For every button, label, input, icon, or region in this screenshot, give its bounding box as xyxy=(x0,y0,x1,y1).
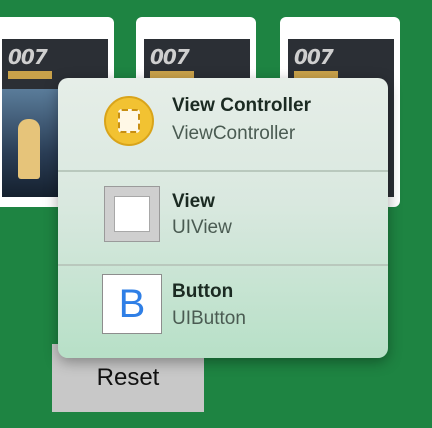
popover-item-view[interactable]: View UIView xyxy=(58,172,388,264)
item-subtitle: ViewController xyxy=(172,123,296,144)
object-picker-popover: View Controller ViewController View UIVi… xyxy=(58,78,388,358)
view-icon-inner xyxy=(114,196,150,232)
popover-item-view-controller[interactable]: View Controller ViewController xyxy=(58,78,388,170)
poster-logo: 007 xyxy=(294,45,334,69)
button-icon: B xyxy=(102,274,162,334)
view-icon xyxy=(104,186,160,242)
view-controller-icon-inner xyxy=(118,109,140,133)
button-icon-glyph: B xyxy=(118,282,146,326)
poster-logo: 007 xyxy=(150,45,190,69)
item-subtitle: UIButton xyxy=(172,308,246,329)
poster-title-strip xyxy=(8,71,52,79)
item-title: Button xyxy=(172,281,234,302)
view-controller-icon xyxy=(104,96,154,146)
poster-logo: 007 xyxy=(8,45,48,69)
item-subtitle: UIView xyxy=(172,217,232,238)
poster-figure xyxy=(18,119,40,179)
item-title: View Controller xyxy=(172,95,312,116)
popover-item-button[interactable]: B Button UIButton xyxy=(58,266,388,358)
item-title: View xyxy=(172,191,215,212)
